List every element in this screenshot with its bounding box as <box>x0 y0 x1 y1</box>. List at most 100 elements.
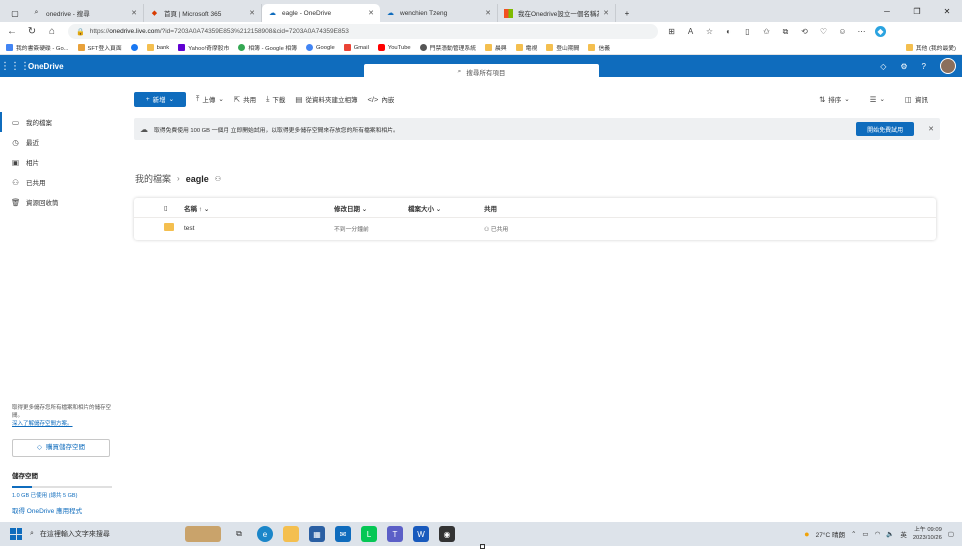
file-name[interactable]: test <box>184 225 334 232</box>
upsell-link[interactable]: 深入了解儲存空間方案。 <box>12 421 73 427</box>
bookmark-item[interactable]: bank <box>146 44 169 51</box>
tab-actions-icon[interactable]: ▢ <box>8 6 22 20</box>
mail-icon[interactable]: ✉ <box>335 526 351 542</box>
embed-button[interactable]: </> 內嵌 <box>368 94 395 105</box>
onedrive-brand[interactable]: OneDrive <box>28 62 64 71</box>
network-icon[interactable]: ▭ <box>862 530 868 538</box>
photos-app-icon[interactable]: ◉ <box>439 526 455 542</box>
sidebar-item-my-files[interactable]: ▭ 我的檔案 <box>0 112 120 132</box>
settings-gear-icon[interactable]: ⚙ <box>900 62 907 71</box>
sidebar-item-photos[interactable]: ▣ 相片 <box>0 152 120 172</box>
sidebar-item-shared[interactable]: ⚇ 已共用 <box>0 172 120 192</box>
bookmark-item[interactable]: 相簿 - Google 相簿 <box>238 43 297 52</box>
sidebar-item-recent[interactable]: ◷ 最近 <box>0 132 120 152</box>
input-language[interactable]: 英 <box>900 529 907 539</box>
column-header-sharing[interactable]: 共用 <box>484 203 936 213</box>
bookmark-item[interactable]: 門禁憑動管理系統 <box>419 43 476 52</box>
file-explorer-icon[interactable] <box>283 526 299 542</box>
bookmark-item[interactable]: Google <box>306 44 335 51</box>
teams-icon[interactable]: T <box>387 526 403 542</box>
notification-icon[interactable]: ▢ <box>948 530 954 538</box>
browser-tab[interactable]: 我在Onedrive設立一個名稱為ea ✕ <box>498 4 616 22</box>
bookmark-item[interactable] <box>130 44 138 51</box>
share-button[interactable]: ⇱ 共用 <box>234 94 256 105</box>
start-trial-button[interactable]: 開始免費試用 <box>856 122 915 136</box>
file-type-icon[interactable]: ▯ <box>134 204 184 212</box>
sidebar-item-recycle-bin[interactable]: 🗑 資源回收筒 <box>0 192 120 212</box>
restore-icon[interactable]: ❐ <box>902 0 932 22</box>
get-apps-link[interactable]: 取得 OneDrive 應用程式 <box>12 505 112 515</box>
breadcrumb-parent[interactable]: 我的檔案 <box>135 172 171 185</box>
volume-icon[interactable]: 🔈 <box>886 530 894 538</box>
minimize-icon[interactable]: ─ <box>872 0 902 22</box>
taskbar-search-input[interactable]: ⌕ 在這裡輸入文字來搜尋 <box>30 525 180 543</box>
create-album-button[interactable]: ▤ 從資料夾建立相簿 <box>295 94 357 105</box>
app-launcher-icon[interactable]: ⋮⋮⋮ <box>0 61 30 72</box>
read-aloud-icon[interactable]: A <box>685 26 696 37</box>
bookmark-item[interactable]: 電視 <box>515 43 537 52</box>
weather-text[interactable]: 27°C 晴朗 <box>816 529 845 539</box>
favorites-icon[interactable]: ✩ <box>761 26 772 37</box>
other-favorites[interactable]: 其他 (我的最愛) <box>905 43 956 52</box>
bookmark-item[interactable]: Gmail <box>343 44 369 51</box>
browser-tab[interactable]: ⌕ onedrive - 搜尋 ✕ <box>26 4 144 22</box>
favorite-star-icon[interactable]: ☆ <box>704 26 715 37</box>
view-button[interactable]: ☰ ⌄ <box>870 94 885 104</box>
refresh-icon[interactable]: ↻ <box>26 26 38 37</box>
bookmark-item[interactable]: 我的書簽硬碟 - Go... <box>6 43 69 52</box>
storage-used-text[interactable]: 1.0 GB 已使用 (總共 5 GB) <box>12 491 112 499</box>
performance-icon[interactable]: ♡ <box>818 26 829 37</box>
bookmark-item[interactable]: YouTube <box>377 44 411 51</box>
close-window-icon[interactable]: ✕ <box>932 0 962 22</box>
avatar[interactable] <box>940 58 956 74</box>
column-header-size[interactable]: 檔案大小 ⌄ <box>408 203 484 213</box>
premium-diamond-icon[interactable]: ◇ <box>880 62 886 71</box>
close-icon[interactable]: ✕ <box>131 9 137 17</box>
info-button[interactable]: ◫ 資訊 <box>905 94 928 105</box>
close-icon[interactable]: ✕ <box>928 125 934 133</box>
sort-button[interactable]: ⇅ 排序 ⌄ <box>819 94 850 105</box>
bookmark-item[interactable]: Yahoo!奇摩股市 <box>178 43 229 52</box>
copilot-icon[interactable]: ◆ <box>875 26 886 37</box>
lock-icon[interactable]: 🔒 <box>76 28 85 36</box>
word-icon[interactable]: W <box>413 526 429 542</box>
bookmark-item[interactable]: 信義 <box>588 43 610 52</box>
browser-tab[interactable]: ◆ 首頁 | Microsoft 365 ✕ <box>144 4 262 22</box>
browser-tab-active[interactable]: ☁ eagle - OneDrive ✕ <box>262 4 380 22</box>
profile-icon[interactable]: ☺ <box>837 26 848 37</box>
home-icon[interactable]: ⌂ <box>46 26 58 37</box>
clock[interactable]: 上午 09:09 2023/10/26 <box>913 526 942 542</box>
browser-tab[interactable]: ☁ wenchien Tzeng ✕ <box>380 4 498 22</box>
windows-start-icon[interactable] <box>10 528 22 540</box>
address-input[interactable]: 🔒 https://onedrive.live.com/?id=7203A0A7… <box>68 24 658 39</box>
bookmark-item[interactable]: 登山期間 <box>546 43 579 52</box>
split-screen-icon[interactable]: ▯ <box>742 26 753 37</box>
buy-storage-button[interactable]: ◇ 購買儲存空間 <box>12 439 110 457</box>
line-icon[interactable]: L <box>361 526 377 542</box>
close-icon[interactable]: ✕ <box>603 9 609 17</box>
resize-handle-icon[interactable] <box>480 544 485 549</box>
table-row[interactable]: test 不到一分鐘前 ⚇ 已共用 <box>134 218 936 238</box>
column-header-name[interactable]: 名稱 ↑ ⌄ <box>184 203 334 213</box>
extension-icon[interactable]: ◐ <box>723 26 734 37</box>
edge-icon[interactable]: e <box>257 526 273 542</box>
close-icon[interactable]: ✕ <box>368 9 374 17</box>
wifi-icon[interactable]: ◠ <box>875 530 881 538</box>
search-highlight-icon[interactable] <box>185 526 221 542</box>
help-icon[interactable]: ? <box>922 62 926 71</box>
new-button[interactable]: + 新增 ⌄ <box>134 91 186 107</box>
new-tab-button[interactable]: + <box>620 6 634 20</box>
column-header-modified[interactable]: 修改日期 ⌄ <box>334 203 408 213</box>
collections-icon[interactable]: ⧉ <box>780 26 791 37</box>
task-view-icon[interactable]: ⧉ <box>231 526 247 542</box>
back-icon[interactable]: ← <box>6 26 18 37</box>
app-available-icon[interactable]: ⊞ <box>666 26 677 37</box>
chevron-up-icon[interactable]: ⌃ <box>851 530 856 538</box>
download-button[interactable]: ⤓ 下載 <box>266 94 285 104</box>
search-input[interactable]: ⌕ 搜尋所有項目 <box>364 64 599 79</box>
close-icon[interactable]: ✕ <box>249 9 255 17</box>
bookmark-item[interactable]: 晨興 <box>485 43 507 52</box>
store-icon[interactable]: ▦ <box>309 526 325 542</box>
history-icon[interactable]: ⟲ <box>799 26 810 37</box>
close-icon[interactable]: ✕ <box>485 9 491 17</box>
